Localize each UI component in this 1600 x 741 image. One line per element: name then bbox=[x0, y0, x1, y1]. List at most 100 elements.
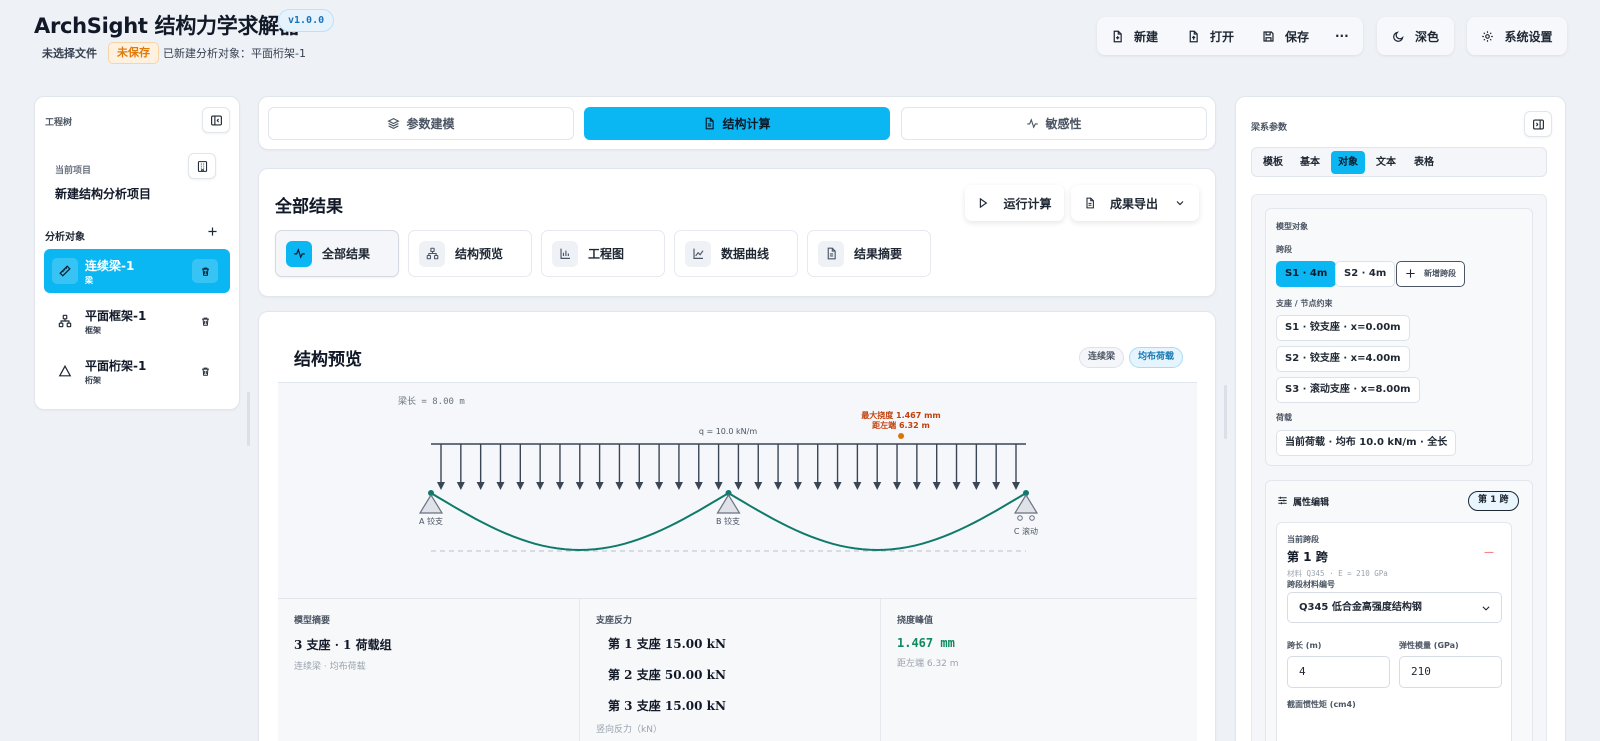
subtab-label: 结果摘要 bbox=[854, 247, 903, 261]
subtab-structure-preview[interactable]: 结构预览 bbox=[408, 230, 532, 277]
property-editor-title: 属性编辑 bbox=[1293, 498, 1330, 508]
material-select-value: Q345 低合金高强度结构钢 bbox=[1299, 602, 1422, 613]
object-editor: 模型对象 跨段 S1 · 4m S2 · 4m 新增跨段 支座 / 节点约束 S… bbox=[1251, 194, 1547, 741]
object-name: 平面桁架-1 bbox=[85, 359, 147, 373]
object-item-plane-frame[interactable]: 平面框架-1 框架 bbox=[44, 299, 230, 343]
dark-mode-button[interactable]: 深色 bbox=[1377, 17, 1454, 55]
run-calculation-label: 运行计算 bbox=[1003, 196, 1052, 211]
supports bbox=[418, 490, 1039, 521]
new-button[interactable]: 新建 bbox=[1111, 17, 1158, 55]
reaction-1: 第 1 支座 15.00 kN bbox=[608, 637, 726, 651]
building-icon bbox=[197, 160, 207, 172]
load-arrow-head bbox=[813, 482, 822, 490]
load-item[interactable]: 当前荷载 · 均布 10.0 kN/m · 全长 bbox=[1276, 430, 1457, 456]
load-arrow-head bbox=[714, 482, 723, 490]
line-chart-icon bbox=[685, 240, 711, 267]
add-span-label: 新增跨段 bbox=[1424, 269, 1456, 278]
support-item-s1[interactable]: S1 · 铰支座 · x=0.00m bbox=[1276, 315, 1410, 341]
tab-label: 参数建模 bbox=[406, 117, 455, 131]
load-arrow-head bbox=[793, 482, 802, 490]
file-status: 未选择文件 bbox=[42, 47, 97, 60]
pulse-icon bbox=[1027, 118, 1039, 129]
load-arrow-head bbox=[932, 482, 941, 490]
reaction-2: 第 2 支座 50.00 kN bbox=[608, 668, 726, 682]
load-arrow-head bbox=[774, 482, 783, 490]
left-resize-handle[interactable] bbox=[247, 392, 250, 446]
model-objects-title: 模型对象 bbox=[1276, 222, 1308, 231]
project-info-button[interactable] bbox=[188, 153, 216, 179]
chevron-down-icon bbox=[1482, 606, 1490, 611]
tab-label: 结构计算 bbox=[722, 117, 771, 131]
load-arrow-head bbox=[655, 482, 664, 490]
span-chip-s2[interactable]: S2 · 4m bbox=[1335, 261, 1396, 287]
object-item-continuous-beam[interactable]: 连续梁-1 梁 bbox=[44, 249, 230, 293]
load-arrow-head bbox=[952, 482, 961, 490]
network-icon bbox=[52, 308, 78, 334]
load-arrow-head bbox=[496, 482, 505, 490]
spans-label: 跨段 bbox=[1276, 245, 1292, 254]
tab-objects[interactable]: 对象 bbox=[1331, 151, 1365, 174]
subtab-all-results[interactable]: 全部结果 bbox=[275, 230, 399, 277]
analysis-objects-label: 分析对象 bbox=[45, 232, 85, 243]
bar-chart-icon bbox=[552, 240, 578, 267]
support-item-s2[interactable]: S2 · 铰支座 · x=4.00m bbox=[1276, 346, 1410, 372]
load-arrow-head bbox=[992, 482, 1001, 490]
support-item-s3[interactable]: S3 · 滚动支座 · x=8.00m bbox=[1276, 377, 1420, 403]
span-chip-s1[interactable]: S1 · 4m bbox=[1276, 261, 1337, 287]
right-resize-handle[interactable] bbox=[1224, 385, 1227, 439]
more-button[interactable]: ··· bbox=[1335, 17, 1349, 55]
object-item-plane-truss[interactable]: 平面桁架-1 桁架 bbox=[44, 349, 230, 393]
save-label: 保存 bbox=[1285, 29, 1310, 44]
load-arrow-head bbox=[575, 482, 584, 490]
subtab-results-summary[interactable]: 结果摘要 bbox=[807, 230, 931, 277]
span-length-input[interactable]: 4 bbox=[1287, 656, 1390, 688]
deflection-peak-sub: 距左端 6.32 m bbox=[897, 659, 959, 669]
remove-span-button[interactable]: — bbox=[1484, 547, 1494, 558]
add-span-button[interactable]: 新增跨段 bbox=[1396, 261, 1465, 287]
more-label: ··· bbox=[1335, 29, 1349, 43]
supports-label: 支座 / 节点约束 bbox=[1276, 299, 1333, 308]
delete-object-button[interactable] bbox=[192, 259, 218, 283]
subtab-label: 结构预览 bbox=[455, 247, 504, 261]
system-settings-button[interactable]: 系统设置 bbox=[1467, 17, 1567, 55]
plus-icon bbox=[207, 226, 217, 236]
export-results-label: 成果导出 bbox=[1109, 196, 1158, 211]
subtab-engineering-drawing[interactable]: 工程图 bbox=[541, 230, 665, 277]
save-button[interactable]: 保存 bbox=[1262, 17, 1309, 55]
material-sub: 材料 Q345 · E = 210 GPa bbox=[1287, 569, 1388, 578]
main-tabs-panel: 参数建模 结构计算 敏感性 bbox=[258, 96, 1216, 150]
load-arrow-head bbox=[1012, 482, 1020, 490]
run-calculation-button[interactable]: 运行计算 bbox=[965, 185, 1064, 221]
document-icon bbox=[1086, 197, 1094, 209]
sliders-icon bbox=[1278, 496, 1287, 505]
collapse-right-panel-button[interactable] bbox=[1524, 111, 1552, 137]
tab-templates[interactable]: 模板 bbox=[1256, 151, 1290, 174]
subtab-data-curves[interactable]: 数据曲线 bbox=[674, 230, 798, 277]
new-file-icon bbox=[1113, 30, 1122, 42]
support-reactions-sub: 竖向反力（kN） bbox=[596, 725, 662, 735]
tab-table[interactable]: 表格 bbox=[1407, 151, 1441, 174]
material-select[interactable]: Q345 低合金高强度结构钢 bbox=[1287, 592, 1502, 623]
beam-diagram-canvas: 梁长 = 8.00 m q = 10.0 kN/m 最大挠度 1.467 mm … bbox=[278, 382, 1197, 599]
export-results-button[interactable]: 成果导出 bbox=[1071, 185, 1199, 221]
trash-icon bbox=[201, 367, 209, 376]
load-arrow-head bbox=[516, 482, 525, 490]
tab-structural-calculation[interactable]: 结构计算 bbox=[584, 107, 890, 140]
delete-object-button[interactable] bbox=[192, 359, 218, 383]
delete-object-button[interactable] bbox=[192, 309, 218, 333]
beam-diagram: 梁长 = 8.00 m q = 10.0 kN/m 最大挠度 1.467 mm … bbox=[398, 395, 1039, 552]
elastic-modulus-input[interactable]: 210 bbox=[1399, 656, 1502, 688]
save-icon bbox=[1263, 30, 1274, 42]
tab-sensitivity[interactable]: 敏感性 bbox=[901, 107, 1207, 140]
tab-basic[interactable]: 基本 bbox=[1293, 151, 1327, 174]
load-arrow-head bbox=[615, 482, 624, 490]
add-object-button[interactable] bbox=[198, 218, 226, 244]
load-arrow-head bbox=[595, 482, 604, 490]
tab-parametric-modeling[interactable]: 参数建模 bbox=[268, 107, 574, 140]
tab-text[interactable]: 文本 bbox=[1369, 151, 1403, 174]
project-tree-panel: 工程树 当前项目 新建结构分析项目 分析对象 连续梁-1 梁 平面框架-1 框架 bbox=[34, 96, 240, 410]
open-button[interactable]: 打开 bbox=[1187, 17, 1234, 55]
model-summary: 模型摘要 3 支座 · 1 荷载组 连续梁 · 均布荷载 bbox=[278, 599, 579, 741]
model-objects-card: 模型对象 跨段 S1 · 4m S2 · 4m 新增跨段 支座 / 节点约束 S… bbox=[1265, 208, 1533, 466]
collapse-sidebar-button[interactable] bbox=[202, 107, 230, 133]
